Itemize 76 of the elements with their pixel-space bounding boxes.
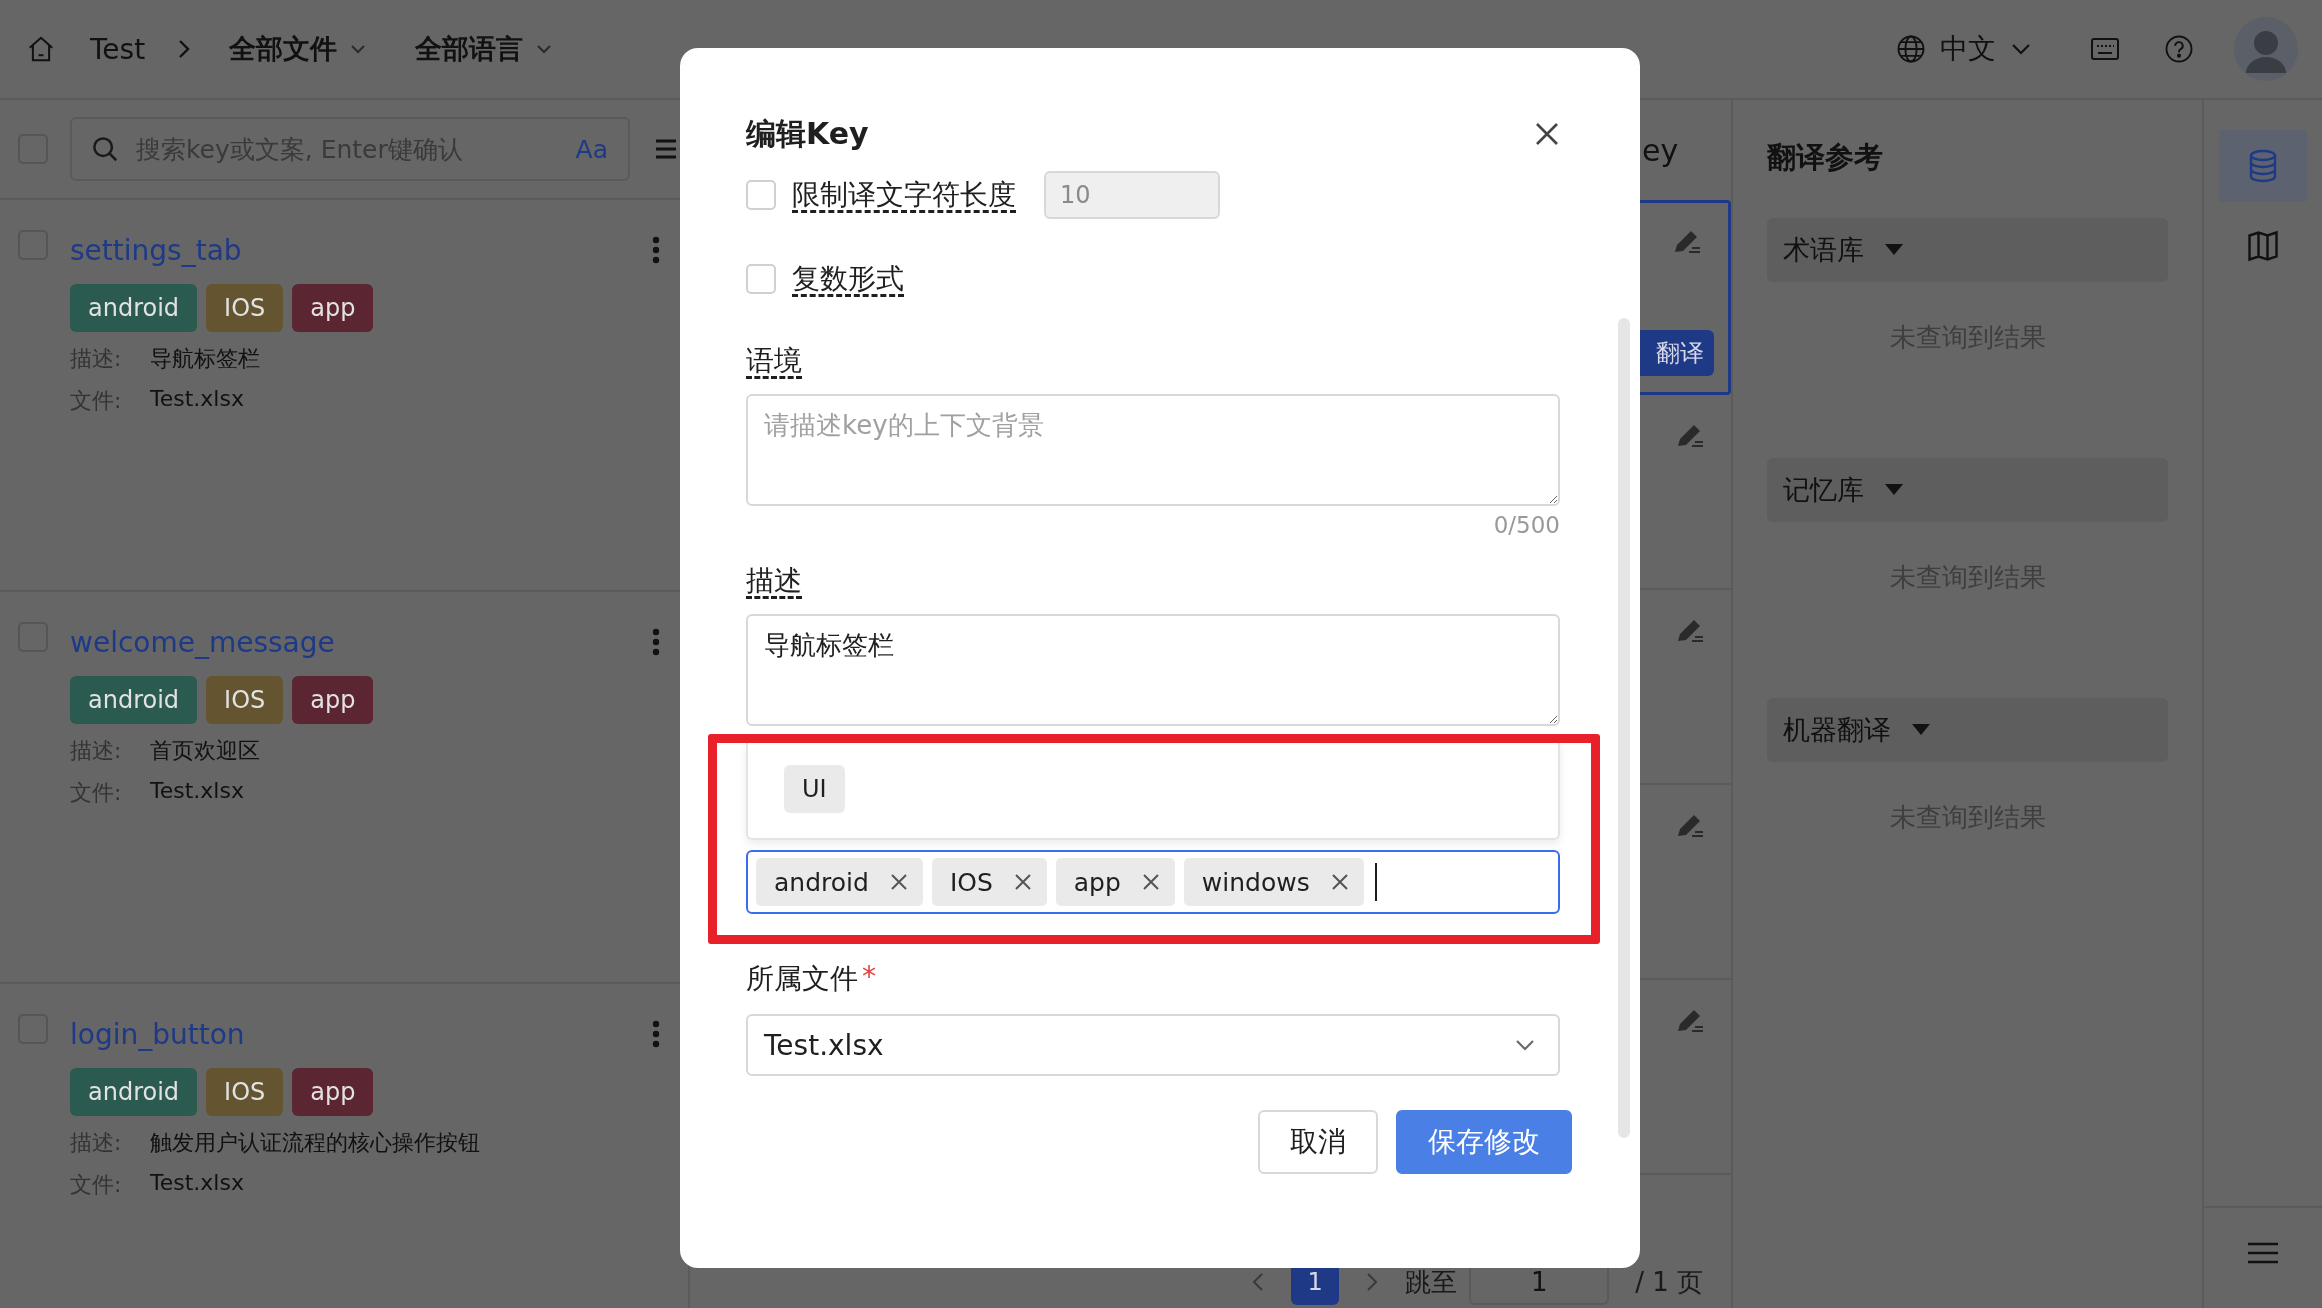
caret-icon <box>1884 483 1904 497</box>
checkbox-label[interactable]: 复数形式 <box>792 260 904 298</box>
more-icon[interactable] <box>652 236 660 264</box>
caret-icon <box>349 43 368 55</box>
database-tab[interactable] <box>2219 130 2307 202</box>
file-name: Test.xlsx <box>150 778 244 805</box>
keyboard-icon[interactable] <box>2090 37 2120 61</box>
caret-icon <box>1884 243 1904 257</box>
menu-icon[interactable] <box>2247 1241 2279 1265</box>
file-name: Test.xlsx <box>150 1170 244 1197</box>
help-icon[interactable] <box>2164 34 2194 64</box>
caret-icon <box>1911 723 1931 737</box>
platform-tag: app <box>292 676 374 724</box>
collapse-header[interactable]: 机器翻译 <box>1767 698 2168 762</box>
platform-tag: IOS <box>206 676 284 724</box>
platform-tag: android <box>70 1068 198 1116</box>
avatar[interactable] <box>2234 17 2298 81</box>
description-field[interactable]: 导航标签栏 <box>746 614 1560 726</box>
more-icon[interactable] <box>652 628 660 656</box>
tag-suggestion[interactable]: UI <box>784 765 845 813</box>
tag-label: windows <box>1201 867 1310 897</box>
description-text: 首页欢迎区 <box>150 737 260 765</box>
remove-icon[interactable] <box>1140 872 1161 892</box>
cancel-button[interactable]: 取消 <box>1258 1110 1378 1174</box>
caret-icon <box>535 43 554 55</box>
caret-icon <box>1514 1038 1536 1052</box>
platform-tag: app <box>292 1068 374 1116</box>
file-filter-dropdown[interactable]: 全部文件 <box>229 31 368 67</box>
tag-input-field[interactable]: android IOS app windows <box>746 850 1560 914</box>
page-total: / 1 页 <box>1635 1265 1703 1299</box>
field-label: 语境 <box>746 344 802 377</box>
tag-label: IOS <box>949 867 993 897</box>
character-counter: 0/500 <box>1493 512 1560 538</box>
match-case-toggle[interactable]: Aa <box>575 134 608 164</box>
tag-label: app <box>1073 867 1121 897</box>
file-name: Test.xlsx <box>150 386 244 413</box>
jump-label: 跳至 <box>1405 1265 1458 1299</box>
save-button[interactable]: 保存修改 <box>1396 1110 1572 1174</box>
context-field[interactable]: 请描述key的上下文背景 <box>746 394 1560 506</box>
remove-icon[interactable] <box>888 872 909 892</box>
globe-icon <box>1896 34 1926 64</box>
collapse-header[interactable]: 术语库 <box>1767 218 2168 282</box>
dialog-title: 编辑Key <box>746 114 869 153</box>
scrollbar[interactable] <box>1618 318 1630 1138</box>
remove-icon[interactable] <box>1329 872 1350 892</box>
field-label: 所属文件 <box>746 961 858 997</box>
required-mark: * <box>862 960 876 995</box>
column-header: ey <box>1642 132 1679 168</box>
key-name-link[interactable]: welcome_message <box>70 625 335 659</box>
map-icon <box>2245 228 2281 264</box>
text-cursor <box>1374 863 1377 901</box>
more-icon[interactable] <box>652 1020 660 1048</box>
key-name-link[interactable]: login_button <box>70 1017 245 1051</box>
platform-tag: app <box>292 284 374 332</box>
description-text: 触发用户认证流程的核心操作按钮 <box>150 1129 480 1157</box>
caret-icon <box>2010 42 2032 56</box>
collapse-header[interactable]: 记忆库 <box>1767 458 2168 522</box>
close-icon[interactable] <box>1534 121 1560 147</box>
breadcrumb-link[interactable]: Test <box>90 32 146 66</box>
remove-icon[interactable] <box>1012 872 1033 892</box>
key-name-link[interactable]: settings_tab <box>70 233 242 267</box>
platform-tag: android <box>70 284 198 332</box>
language-dropdown[interactable]: 中文 <box>1896 30 2032 68</box>
field-label: 描述 <box>746 564 802 597</box>
next-page-icon[interactable] <box>1365 1271 1380 1293</box>
previous-page-icon[interactable] <box>1251 1271 1266 1293</box>
platform-tag: android <box>70 676 198 724</box>
platform-tag: IOS <box>206 284 284 332</box>
language-filter-dropdown[interactable]: 全部语言 <box>415 31 554 67</box>
panel-title: 翻译参考 <box>1767 139 1884 176</box>
platform-tag: IOS <box>206 1068 284 1116</box>
tag-label: android <box>774 867 869 897</box>
description-text: 导航标签栏 <box>150 345 260 373</box>
file-select[interactable]: Test.xlsx <box>746 1014 1560 1076</box>
search-icon <box>90 134 120 164</box>
checkbox[interactable] <box>746 264 776 294</box>
